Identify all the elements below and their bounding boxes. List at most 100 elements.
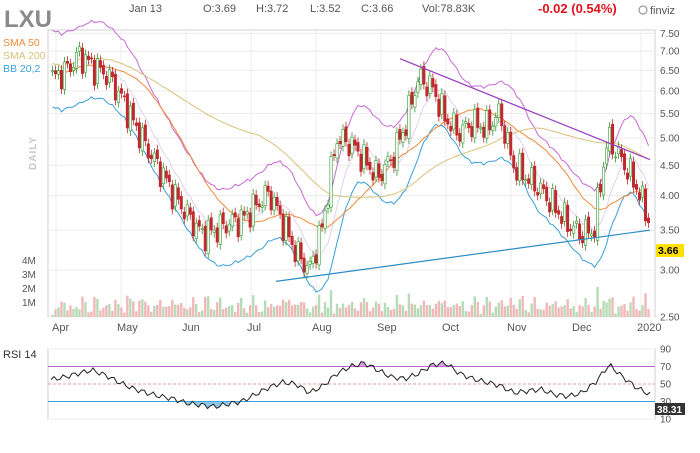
volume-bar	[54, 309, 57, 317]
candle-body	[329, 156, 333, 208]
candle-body	[311, 255, 315, 264]
candle-body	[227, 223, 231, 232]
volume-bar	[350, 301, 354, 317]
price-tick-label: 6.50	[660, 66, 680, 77]
volume-bar	[192, 297, 195, 317]
candle-body	[323, 210, 327, 229]
volume-bar	[239, 297, 243, 317]
price-change: -0.02 (0.54%)	[538, 1, 617, 16]
volume-bar	[168, 305, 171, 317]
volume-bar	[219, 297, 222, 317]
volume-bar	[512, 304, 515, 317]
volume-bar	[222, 309, 225, 317]
volume-bar	[443, 300, 447, 317]
candle-body	[86, 55, 90, 60]
candle-body	[458, 133, 462, 142]
volume-bar	[557, 307, 560, 317]
stock-chart: LXU Jan 13 O:3.69 H:3.72 L:3.52 C:3.66 V…	[3, 1, 685, 426]
volume-bar	[254, 305, 258, 317]
volume-bar	[198, 312, 201, 317]
volume-bar	[344, 307, 348, 317]
volume-bar	[153, 305, 156, 317]
volume-bar	[509, 297, 512, 317]
volume-bar	[353, 308, 357, 317]
bollinger-bands	[52, 19, 649, 293]
volume-bar	[506, 305, 509, 317]
candle-body	[563, 202, 567, 222]
volume-bar	[395, 295, 399, 317]
quote-close: C:3.66	[361, 3, 393, 15]
volume-bar	[485, 296, 488, 317]
volume-bar	[647, 308, 650, 317]
last-price-value: 3.66	[658, 245, 679, 257]
price-tick-label: 3.50	[660, 226, 680, 237]
candle-body	[269, 190, 273, 211]
candle-body	[377, 163, 381, 178]
volume-bar	[380, 311, 384, 317]
time-tick-label: Jun	[182, 322, 200, 334]
candle-body	[452, 112, 456, 130]
price-tick-label: 7.00	[660, 47, 680, 58]
candle-body	[584, 219, 588, 246]
candle-body	[104, 75, 108, 85]
candle-body	[551, 188, 555, 211]
candle-body	[647, 217, 650, 224]
candle-body	[464, 121, 468, 124]
candle-body	[134, 122, 138, 126]
volume-bar	[323, 302, 327, 317]
time-tick-label: Apr	[52, 322, 69, 334]
volume-bar	[554, 301, 557, 317]
candle-body	[449, 125, 453, 132]
finviz-logo[interactable]: finviz	[638, 5, 675, 17]
bb-lower-line	[52, 96, 649, 293]
candle-body	[398, 128, 402, 140]
rsi-grid	[48, 348, 655, 420]
candle-body	[410, 92, 414, 105]
volume-bar	[272, 306, 276, 317]
volume-bar	[605, 302, 608, 317]
candle-body	[392, 156, 396, 168]
candle-body	[110, 71, 114, 78]
volume-bar	[150, 311, 153, 317]
candle-body	[407, 95, 411, 139]
volume-bar	[542, 309, 545, 317]
candle-body	[275, 196, 279, 206]
price-tick-label: 7.50	[660, 29, 680, 40]
volume-bar	[410, 303, 414, 317]
candle-body	[473, 108, 477, 139]
volume-bar	[536, 308, 539, 317]
volume-bar	[389, 309, 393, 317]
candle-body	[644, 188, 648, 222]
volume-bar	[581, 306, 584, 317]
candle-body	[494, 117, 498, 127]
volume-bar	[60, 301, 63, 317]
time-tick-label: 2020	[637, 322, 661, 334]
candle-body	[425, 86, 429, 97]
candle-body	[209, 217, 213, 231]
candle-body	[215, 227, 219, 243]
candle-body	[50, 70, 54, 73]
time-tick-label: Aug	[312, 322, 332, 334]
candle-body	[623, 153, 627, 171]
volume-bar	[144, 301, 147, 317]
volume-bar	[305, 308, 309, 317]
volume-bar	[213, 309, 216, 317]
candle-body	[485, 110, 489, 139]
volume-bar	[195, 303, 198, 317]
candle-body	[626, 172, 630, 180]
volume-bar	[359, 302, 363, 317]
volume-bar	[326, 307, 330, 317]
candle-body	[533, 165, 537, 192]
time-tick-label: Jul	[247, 322, 261, 334]
volume-bar	[96, 298, 99, 317]
candle-body	[461, 124, 465, 144]
candle-body	[113, 74, 117, 101]
volume-bar	[497, 302, 500, 317]
volume-bar	[572, 306, 575, 317]
candle-body	[191, 211, 195, 237]
volume-bar	[626, 310, 629, 317]
candle-body	[443, 95, 447, 122]
volume-bar	[320, 312, 324, 317]
volume-bar	[266, 307, 270, 317]
candle-body	[221, 212, 225, 224]
